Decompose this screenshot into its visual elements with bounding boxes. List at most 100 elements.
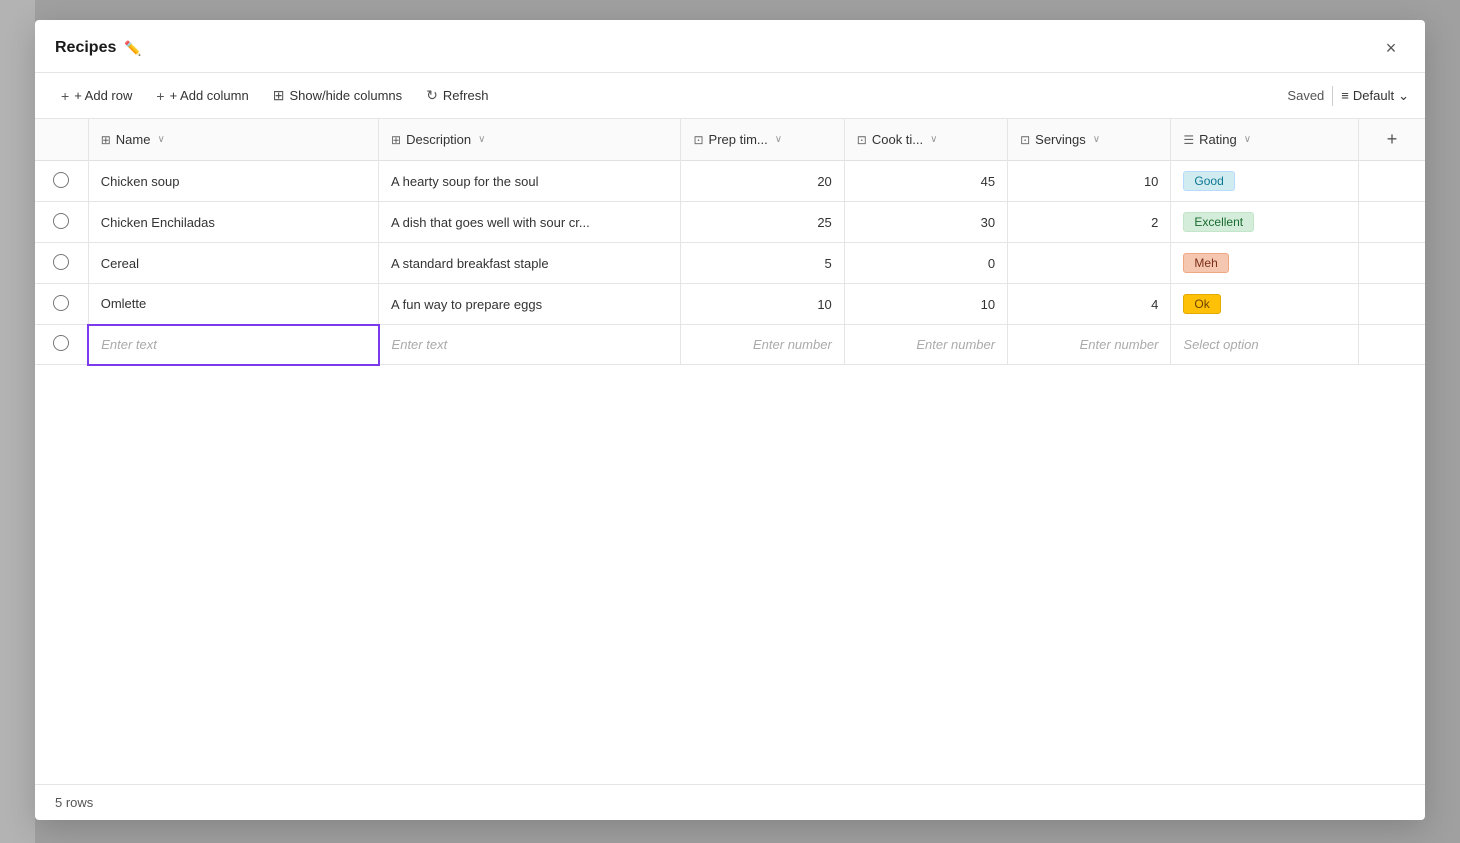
table-row: Chicken soup A hearty soup for the soul … [35, 161, 1425, 202]
show-hide-label: Show/hide columns [289, 88, 402, 103]
default-label: Default [1353, 88, 1394, 103]
close-button[interactable]: × [1377, 34, 1405, 62]
chevron-down-icon: ⌄ [1398, 88, 1409, 104]
modal-header: Recipes ✏️ × [35, 20, 1425, 73]
cell-name-1[interactable]: Chicken Enchiladas [88, 202, 378, 243]
prep-sort-icon: ∨ [775, 134, 782, 145]
modal-title: Recipes [55, 39, 116, 57]
new-row-name-cell[interactable]: Enter text [88, 325, 378, 365]
col-header-cook-time[interactable]: ⊡ Cook ti... ∨ [844, 119, 1007, 161]
new-row-rating-cell[interactable]: Select option [1171, 325, 1359, 365]
col-servings-label: Servings [1035, 132, 1086, 147]
cell-prep-1[interactable]: 25 [681, 202, 844, 243]
new-row-extra [1358, 325, 1425, 365]
add-row-button[interactable]: + + Add row [51, 82, 142, 110]
new-row-servings-cell[interactable]: Enter number [1008, 325, 1171, 365]
add-column-label: + Add column [170, 88, 249, 103]
add-column-icon: + [156, 88, 164, 104]
rating-badge-1: Excellent [1183, 212, 1254, 232]
row-checkbox-0[interactable] [35, 161, 88, 202]
col-desc-label: Description [406, 132, 471, 147]
refresh-label: Refresh [443, 88, 489, 103]
refresh-button[interactable]: ↻ Refresh [416, 81, 498, 110]
cell-servings-1[interactable]: 2 [1008, 202, 1171, 243]
cell-cook-0[interactable]: 45 [844, 161, 1007, 202]
cell-prep-2[interactable]: 5 [681, 243, 844, 284]
cell-extra-2 [1358, 243, 1425, 284]
new-row-prep-cell[interactable]: Enter number [681, 325, 844, 365]
refresh-icon: ↻ [426, 87, 438, 104]
table-row: Chicken Enchiladas A dish that goes well… [35, 202, 1425, 243]
modal-container: Recipes ✏️ × + + Add row + + Add column … [35, 20, 1425, 820]
cell-name-2[interactable]: Cereal [88, 243, 378, 284]
cell-rating-3[interactable]: Ok [1171, 284, 1359, 325]
cell-cook-2[interactable]: 0 [844, 243, 1007, 284]
show-hide-icon: ⊞ [273, 87, 285, 104]
cell-name-0[interactable]: Chicken soup [88, 161, 378, 202]
add-column-button[interactable]: + + Add column [146, 82, 258, 110]
add-column-plus-button[interactable]: + [1371, 129, 1413, 150]
checkbox-header [35, 119, 88, 161]
cell-description-2[interactable]: A standard breakfast staple [379, 243, 681, 284]
col-rating-label: Rating [1199, 132, 1237, 147]
cell-servings-0[interactable]: 10 [1008, 161, 1171, 202]
cell-prep-0[interactable]: 20 [681, 161, 844, 202]
cook-col-icon: ⊡ [857, 133, 867, 147]
add-row-icon: + [61, 88, 69, 104]
show-hide-button[interactable]: ⊞ Show/hide columns [263, 81, 412, 110]
add-row-label: + Add row [74, 88, 132, 103]
toolbar-divider [1332, 86, 1333, 106]
cell-rating-0[interactable]: Good [1171, 161, 1359, 202]
cell-description-0[interactable]: A hearty soup for the soul [379, 161, 681, 202]
desc-col-icon: ⊞ [391, 133, 401, 147]
cell-cook-1[interactable]: 30 [844, 202, 1007, 243]
modal-overlay: Recipes ✏️ × + + Add row + + Add column … [0, 0, 1460, 843]
new-row-cook-cell[interactable]: Enter number [844, 325, 1007, 365]
col-header-servings[interactable]: ⊡ Servings ∨ [1008, 119, 1171, 161]
cell-servings-2[interactable] [1008, 243, 1171, 284]
cell-extra-0 [1358, 161, 1425, 202]
servings-sort-icon: ∨ [1093, 134, 1100, 145]
new-row-description-cell[interactable]: Enter text [379, 325, 681, 365]
toolbar-right: Saved ≡ Default ⌄ [1287, 86, 1409, 106]
col-header-prep-time[interactable]: ⊡ Prep tim... ∨ [681, 119, 844, 161]
cell-servings-3[interactable]: 4 [1008, 284, 1171, 325]
cell-description-1[interactable]: A dish that goes well with sour cr... [379, 202, 681, 243]
table-header-row: ⊞ Name ∨ ⊞ Description ∨ [35, 119, 1425, 161]
col-header-rating[interactable]: ☰ Rating ∨ [1171, 119, 1359, 161]
rating-badge-3: Ok [1183, 294, 1220, 314]
row-checkbox-3[interactable] [35, 284, 88, 325]
new-row: Enter text Enter text Enter number Enter… [35, 325, 1425, 365]
rating-col-icon: ☰ [1183, 133, 1194, 147]
new-row-checkbox[interactable] [35, 325, 88, 365]
name-col-icon: ⊞ [101, 133, 111, 147]
cook-sort-icon: ∨ [930, 134, 937, 145]
col-header-description[interactable]: ⊞ Description ∨ [379, 119, 681, 161]
rating-sort-icon: ∨ [1244, 134, 1251, 145]
servings-col-icon: ⊡ [1020, 133, 1030, 147]
default-view-button[interactable]: ≡ Default ⌄ [1341, 88, 1409, 104]
row-count-label: 5 rows [55, 795, 93, 810]
toolbar: + + Add row + + Add column ⊞ Show/hide c… [35, 73, 1425, 119]
cell-rating-2[interactable]: Meh [1171, 243, 1359, 284]
table-body: Chicken soup A hearty soup for the soul … [35, 161, 1425, 365]
row-checkbox-2[interactable] [35, 243, 88, 284]
cell-description-3[interactable]: A fun way to prepare eggs [379, 284, 681, 325]
table-footer: 5 rows [35, 784, 1425, 820]
prep-col-icon: ⊡ [693, 133, 703, 147]
row-checkbox-1[interactable] [35, 202, 88, 243]
edit-icon[interactable]: ✏️ [124, 40, 141, 57]
col-add-header: + [1358, 119, 1425, 161]
cell-prep-3[interactable]: 10 [681, 284, 844, 325]
list-icon: ≡ [1341, 88, 1349, 103]
table-row: Omlette A fun way to prepare eggs 10 10 … [35, 284, 1425, 325]
col-header-name[interactable]: ⊞ Name ∨ [88, 119, 378, 161]
name-sort-icon: ∨ [157, 134, 164, 145]
cell-rating-1[interactable]: Excellent [1171, 202, 1359, 243]
col-name-label: Name [116, 132, 151, 147]
cell-name-3[interactable]: Omlette [88, 284, 378, 325]
saved-label: Saved [1287, 88, 1324, 103]
col-cook-label: Cook ti... [872, 132, 923, 147]
cell-cook-3[interactable]: 10 [844, 284, 1007, 325]
col-prep-label: Prep tim... [709, 132, 768, 147]
